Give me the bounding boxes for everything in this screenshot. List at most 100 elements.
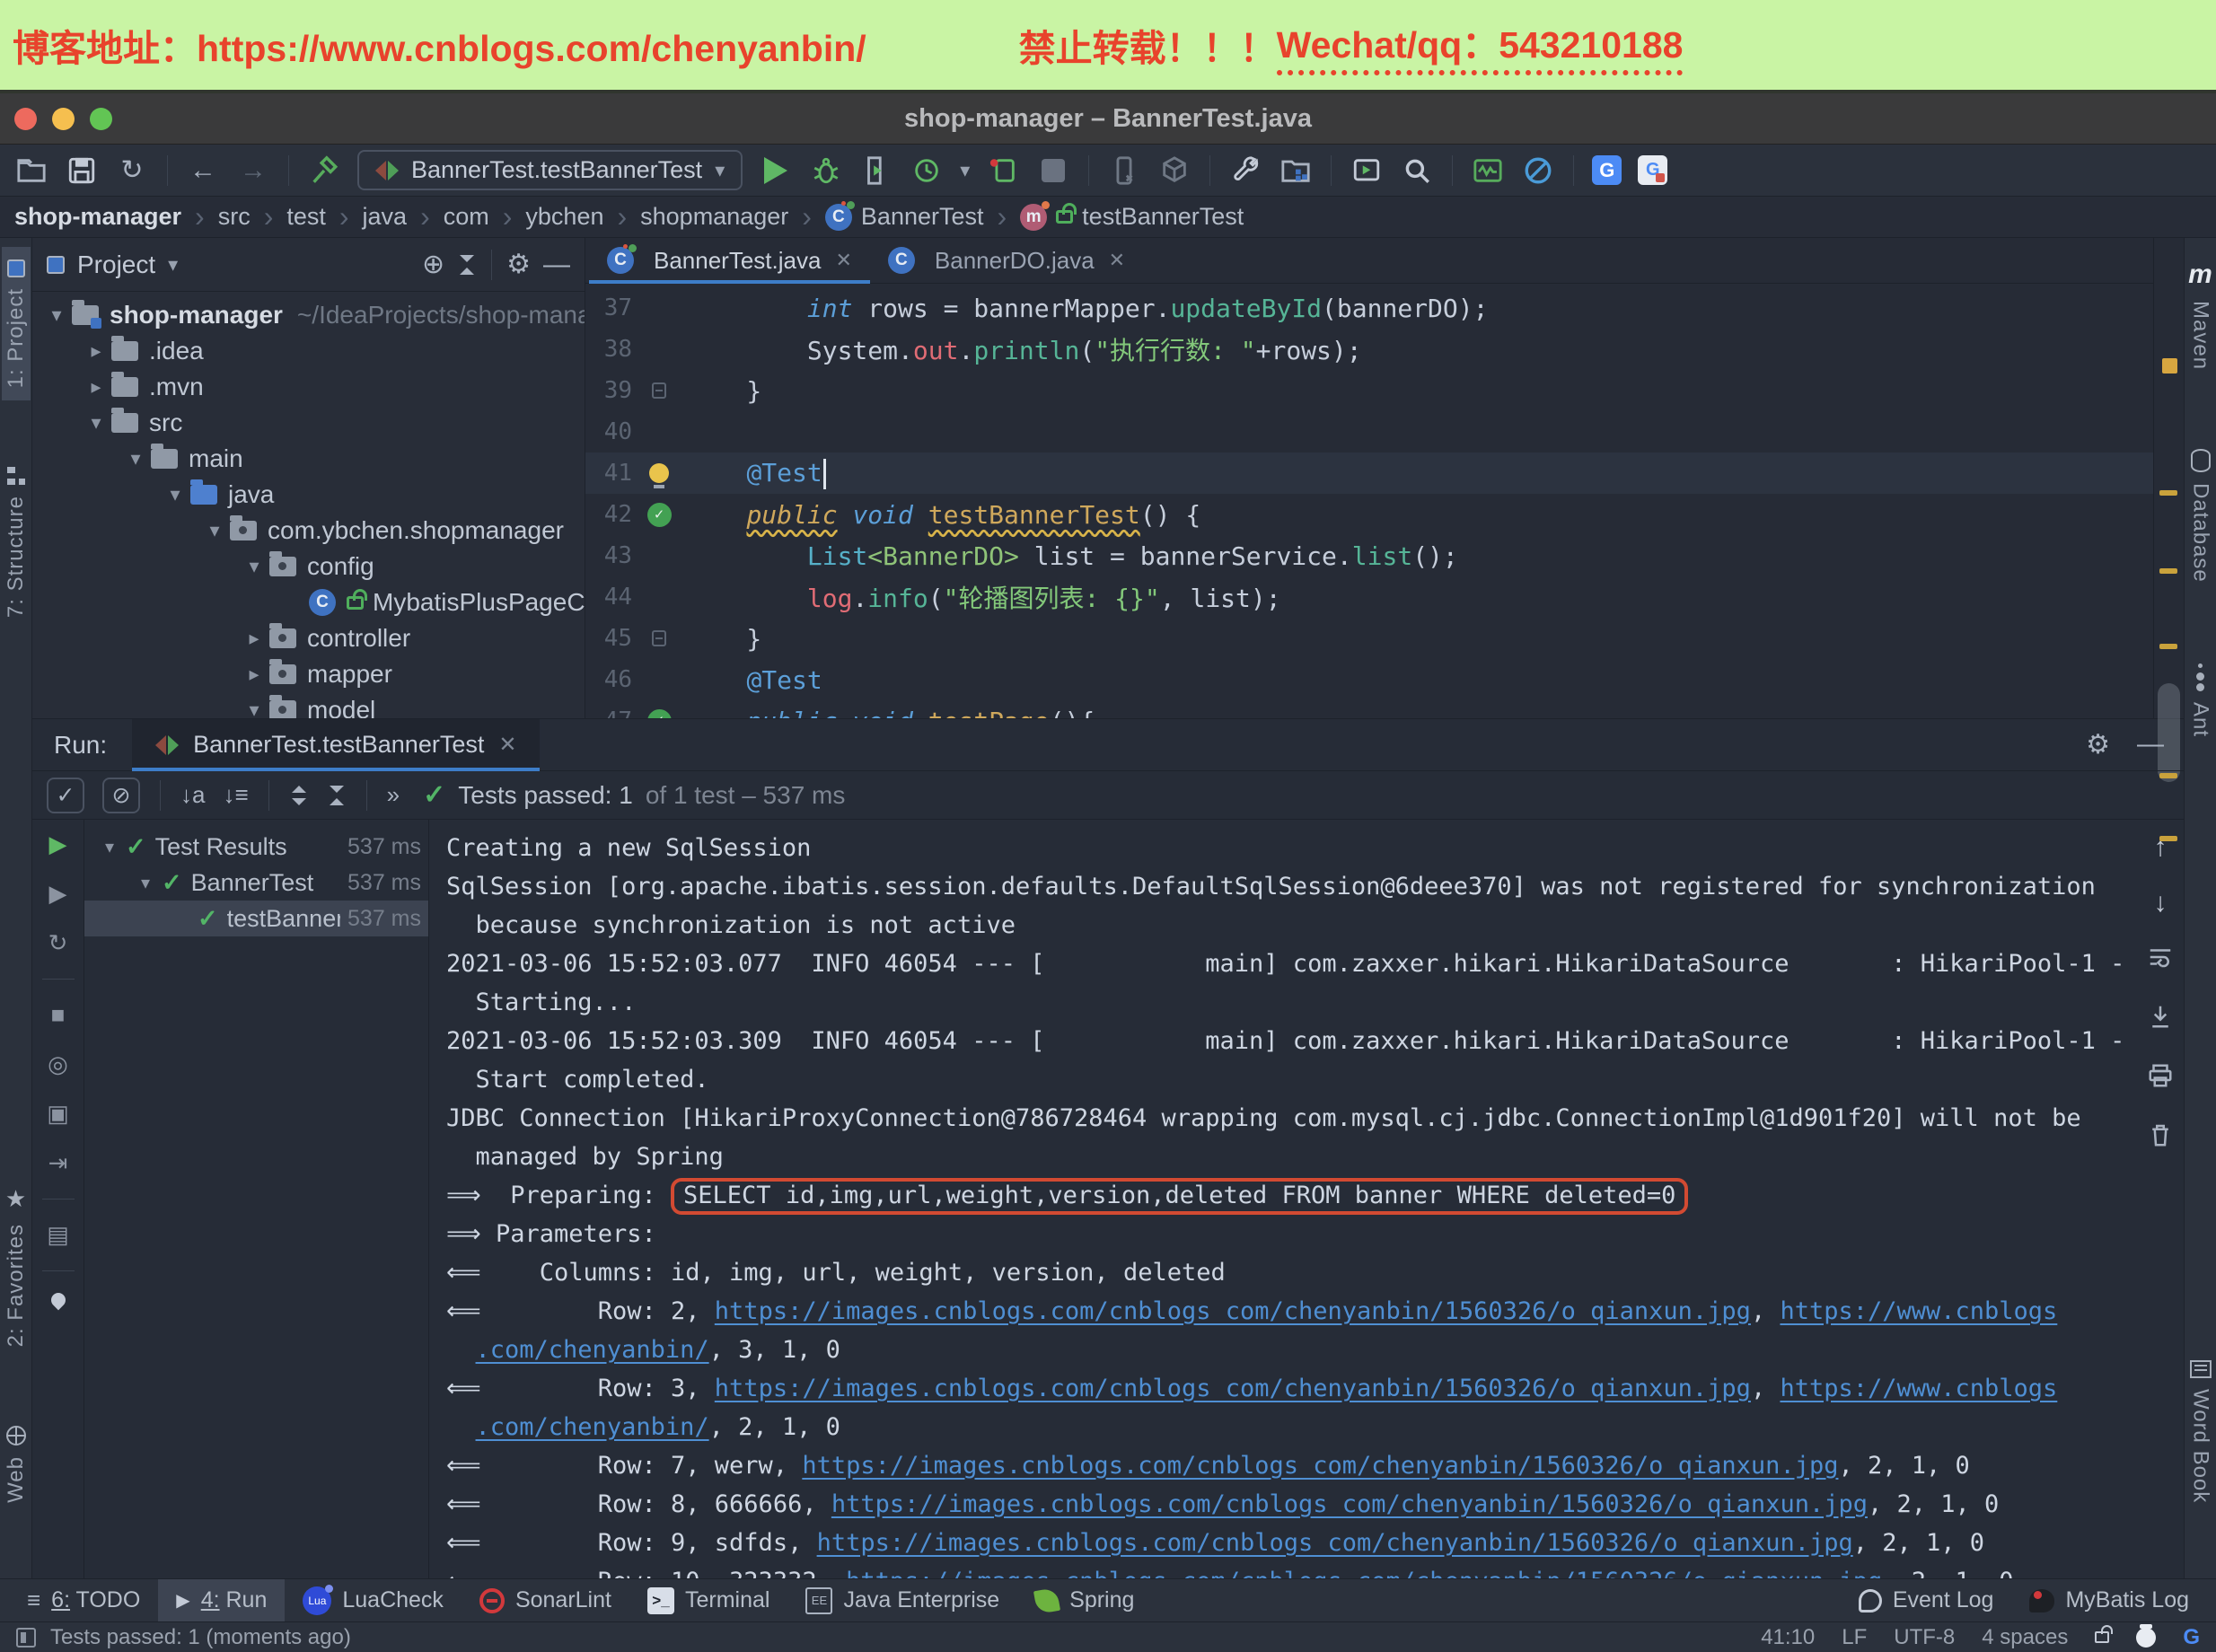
project-tree-row-main[interactable]: ▾main bbox=[32, 441, 585, 477]
close-icon[interactable]: ✕ bbox=[498, 732, 516, 758]
wrench-icon[interactable] bbox=[1228, 154, 1262, 188]
toolbar-button-java-enterprise[interactable]: Java Enterprise bbox=[787, 1579, 1017, 1621]
tool-window-button-7-structure[interactable]: 7: Structure bbox=[2, 454, 31, 630]
open-icon[interactable] bbox=[14, 154, 48, 188]
run-test-gutter-icon[interactable]: ✓ bbox=[647, 709, 672, 719]
forward-icon[interactable]: → bbox=[236, 154, 270, 188]
line-number[interactable]: 45 bbox=[585, 625, 632, 652]
project-tree-row-src[interactable]: ▾src bbox=[32, 405, 585, 441]
tree-toggle-icon[interactable] bbox=[278, 591, 309, 614]
breadcrumb-item-src[interactable]: src bbox=[218, 203, 251, 231]
test-tree-row-test-results[interactable]: ▾✓Test Results537 ms bbox=[84, 829, 428, 865]
code-line-40[interactable]: 40 bbox=[585, 411, 2153, 453]
toolbar-button-event-log[interactable]: Event Log bbox=[1841, 1579, 2012, 1621]
tree-toggle-icon[interactable]: ▾ bbox=[239, 699, 269, 718]
sync-icon[interactable]: ↻ bbox=[115, 154, 149, 188]
run-button[interactable] bbox=[759, 154, 793, 188]
tool-window-button-maven[interactable]: mMaven bbox=[2186, 247, 2215, 382]
console-link[interactable]: .com/chenyanbin/ bbox=[476, 1336, 709, 1364]
project-tree-row-java[interactable]: ▾java bbox=[32, 477, 585, 513]
coverage-icon[interactable]: ▣ bbox=[47, 1100, 69, 1128]
console-link[interactable]: https://www.cnblogs bbox=[1780, 1375, 2057, 1402]
tool-window-button-ant[interactable]: Ant bbox=[2186, 649, 2215, 750]
tree-toggle-icon[interactable]: ▾ bbox=[41, 303, 72, 327]
minimize-window-button[interactable] bbox=[52, 108, 75, 130]
expand-all-icon[interactable] bbox=[289, 786, 309, 805]
translate-alt-icon[interactable]: G bbox=[1638, 155, 1667, 185]
line-number[interactable]: 47 bbox=[585, 707, 632, 718]
toolbar-button-6-todo[interactable]: 6: TODO bbox=[9, 1579, 158, 1621]
tool-window-button-database[interactable]: Database bbox=[2186, 436, 2215, 595]
line-number[interactable]: 44 bbox=[585, 584, 632, 611]
project-tree-row-model[interactable]: ▾model bbox=[32, 692, 585, 718]
status-widget-4-spaces[interactable]: 4 spaces bbox=[1982, 1625, 2068, 1650]
tab-bannerdo-java[interactable]: CBannerDO.java✕ bbox=[870, 238, 1143, 283]
breadcrumb-item-java[interactable]: java bbox=[363, 203, 408, 231]
debug-icon[interactable] bbox=[809, 154, 843, 188]
line-number[interactable]: 40 bbox=[585, 418, 632, 445]
console-link[interactable]: https://images.cnblogs.com/cnblogs_com/c… bbox=[802, 1452, 1838, 1480]
prohibit-icon[interactable] bbox=[1521, 154, 1555, 188]
code-line-43[interactable]: 43 List<BannerDO> list = bannerService.l… bbox=[585, 535, 2153, 576]
line-number[interactable]: 41 bbox=[585, 460, 632, 487]
code-line-46[interactable]: 46 @Test bbox=[585, 659, 2153, 700]
chevron-down-icon[interactable]: ▾ bbox=[168, 253, 178, 277]
hide-panel-icon[interactable]: — bbox=[2137, 729, 2164, 760]
code-line-42[interactable]: 42✓ public void testBannerTest() { bbox=[585, 494, 2153, 535]
code-line-45[interactable]: 45 } bbox=[585, 618, 2153, 659]
console-link[interactable]: https://images.cnblogs.com/cnblogs_com/c… bbox=[817, 1529, 1853, 1557]
stop-icon[interactable] bbox=[1036, 154, 1070, 188]
sort-by-duration-icon[interactable]: ↓≡ bbox=[223, 781, 248, 809]
line-number[interactable]: 42 bbox=[585, 501, 632, 528]
project-tree-row-idea[interactable]: ▸.idea bbox=[32, 333, 585, 369]
line-number[interactable]: 38 bbox=[585, 336, 632, 363]
toolbar-button-4-run[interactable]: 4: Run bbox=[158, 1579, 285, 1621]
tree-toggle-icon[interactable]: ▸ bbox=[239, 627, 269, 650]
search-icon[interactable] bbox=[1400, 154, 1434, 188]
clear-console-icon[interactable] bbox=[2147, 1121, 2174, 1156]
tool-window-button-2-favorites[interactable]: ★2: Favorites bbox=[2, 1173, 31, 1359]
tree-toggle-icon[interactable]: ▾ bbox=[120, 447, 151, 470]
project-tree-row-mvn[interactable]: ▸.mvn bbox=[32, 369, 585, 405]
google-icon[interactable]: G bbox=[2183, 1625, 2200, 1650]
print-icon[interactable] bbox=[2147, 1062, 2174, 1096]
collapse-all-icon[interactable] bbox=[457, 255, 477, 275]
tree-toggle-icon[interactable]: ▾ bbox=[129, 872, 162, 894]
save-icon[interactable] bbox=[65, 154, 99, 188]
profiler-icon[interactable] bbox=[910, 154, 944, 188]
code-line-38[interactable]: 38 System.out.println("执行行数: "+rows); bbox=[585, 329, 2153, 370]
thread-dump-icon[interactable]: ◎ bbox=[48, 1050, 68, 1078]
monitor-icon[interactable] bbox=[1471, 154, 1505, 188]
project-tree-row-shop-manager[interactable]: ▾shop-manager~/IdeaProjects/shop-manager bbox=[32, 297, 585, 333]
status-widget-41-10[interactable]: 41:10 bbox=[1761, 1625, 1815, 1650]
test-tree-row-bannertest[interactable]: ▾✓BannerTest537 ms bbox=[84, 865, 428, 901]
more-icon[interactable]: » bbox=[387, 781, 400, 809]
breadcrumb-item-test[interactable]: test bbox=[286, 203, 326, 231]
tool-window-button-web[interactable]: Web bbox=[2, 1413, 31, 1516]
tab-bannertest-java[interactable]: CBannerTest.java✕ bbox=[589, 238, 870, 283]
status-widget-lf[interactable]: LF bbox=[1842, 1625, 1867, 1650]
close-icon[interactable]: ✕ bbox=[835, 249, 851, 272]
run-configuration-select[interactable]: BannerTest.testBannerTest ▾ bbox=[357, 150, 743, 190]
project-tree-row-controller[interactable]: ▸controller bbox=[32, 620, 585, 656]
rerun-icon[interactable]: ▶ bbox=[49, 830, 67, 858]
code-line-39[interactable]: 39 } bbox=[585, 370, 2153, 411]
pin-tab-icon[interactable] bbox=[48, 1290, 68, 1311]
tree-toggle-icon[interactable] bbox=[165, 909, 198, 929]
fold-marker-icon[interactable] bbox=[652, 630, 666, 646]
toolwindow-toggle-icon[interactable] bbox=[16, 1628, 36, 1648]
tool-window-button-1-project[interactable]: 1: Project bbox=[2, 247, 31, 400]
breadcrumb-item-shop-manager[interactable]: shop-manager bbox=[14, 203, 181, 231]
project-structure-icon[interactable] bbox=[1279, 154, 1313, 188]
show-passed-icon[interactable]: ✓ bbox=[47, 778, 84, 813]
sort-alphabetically-icon[interactable]: ↓a bbox=[180, 781, 205, 809]
project-tree-row-mapper[interactable]: ▸mapper bbox=[32, 656, 585, 692]
line-number[interactable]: 37 bbox=[585, 294, 632, 321]
tree-toggle-icon[interactable]: ▸ bbox=[81, 339, 111, 363]
console-output[interactable]: Creating a new SqlSessionSqlSession [org… bbox=[429, 820, 2137, 1578]
breadcrumb-item-testbannertest[interactable]: mtestBannerTest bbox=[1020, 203, 1244, 231]
tool-window-button-word-book[interactable]: Word Book bbox=[2186, 1348, 2215, 1516]
gear-icon[interactable]: ⚙ bbox=[506, 249, 531, 280]
code-line-47[interactable]: 47✓ public void testPage(){ bbox=[585, 700, 2153, 718]
scroll-down-icon[interactable]: ↓ bbox=[2154, 888, 2168, 918]
